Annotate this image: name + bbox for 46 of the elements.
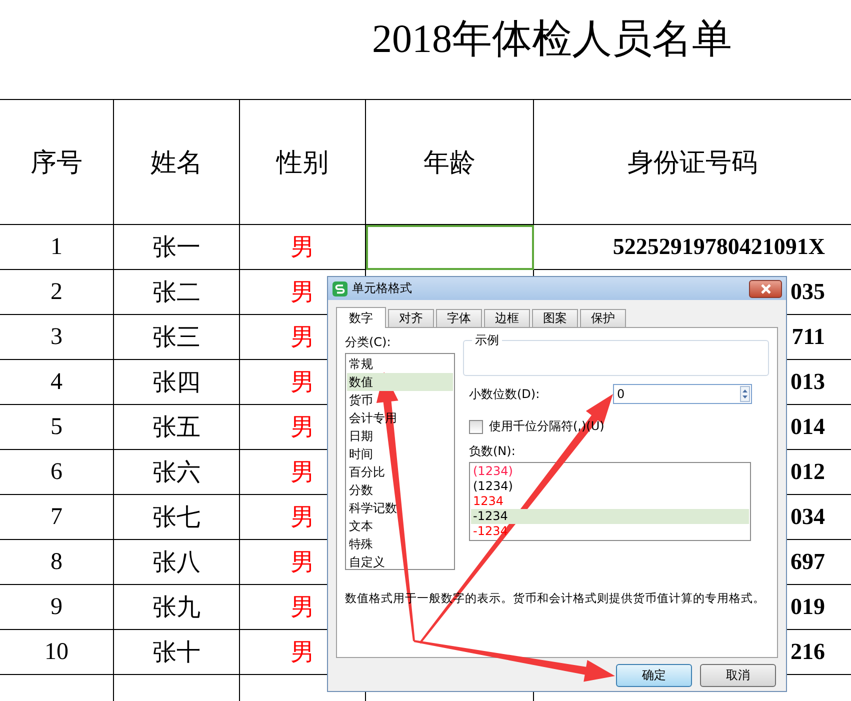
gender-cell: 男	[240, 224, 366, 270]
tab[interactable]: 对齐	[388, 309, 434, 327]
name-cell: 张九	[114, 584, 240, 630]
column-header: 性别	[240, 100, 366, 224]
name-cell: 张二	[114, 270, 240, 314]
number-cell: 2	[0, 270, 114, 314]
close-button[interactable]	[749, 280, 782, 298]
close-icon	[760, 284, 772, 294]
number-cell: 7	[0, 494, 114, 540]
decimal-places-field[interactable]: 0	[613, 384, 752, 404]
negative-format-item[interactable]: -1234	[471, 509, 749, 524]
number-cell: 3	[0, 314, 114, 360]
number-cell: 9	[0, 584, 114, 630]
number-cell: 5	[0, 404, 114, 450]
category-item[interactable]: 数值	[347, 373, 453, 391]
age-cell[interactable]	[366, 224, 534, 270]
name-cell: 张三	[114, 314, 240, 360]
number-cell: 1	[0, 224, 114, 270]
tab[interactable]: 保护	[580, 309, 626, 327]
number-cell: 8	[0, 540, 114, 584]
number-cell: 4	[0, 360, 114, 404]
name-cell: 张六	[114, 450, 240, 494]
number-cell: 10	[0, 630, 114, 674]
tab[interactable]: 图案	[532, 309, 578, 327]
number-cell: 6	[0, 450, 114, 494]
sample-label: 示例	[472, 332, 502, 349]
tab[interactable]: 数字	[336, 307, 386, 328]
name-cell: 张七	[114, 494, 240, 540]
name-cell: 张八	[114, 540, 240, 584]
column-header: 年龄	[366, 100, 534, 224]
tab[interactable]: 边框	[484, 309, 530, 327]
name-cell: 张十	[114, 630, 240, 674]
negative-numbers-label: 负数(N):	[469, 443, 516, 460]
checkbox[interactable]	[469, 420, 483, 434]
column-header: 姓名	[114, 100, 240, 224]
column-header: 序号	[0, 100, 114, 224]
cancel-button[interactable]: 取消	[700, 664, 776, 687]
name-cell: 张一	[114, 224, 240, 270]
column-header: 身份证号码	[534, 100, 851, 224]
name-cell: 张四	[114, 360, 240, 404]
ok-button[interactable]: 确定	[616, 664, 692, 687]
spinner-arrows-icon[interactable]	[740, 386, 750, 402]
sheet-title: 2018年体检人员名单	[371, 15, 733, 63]
app-logo-icon	[332, 280, 348, 296]
name-cell: 张五	[114, 404, 240, 450]
tab[interactable]: 字体	[436, 309, 482, 327]
